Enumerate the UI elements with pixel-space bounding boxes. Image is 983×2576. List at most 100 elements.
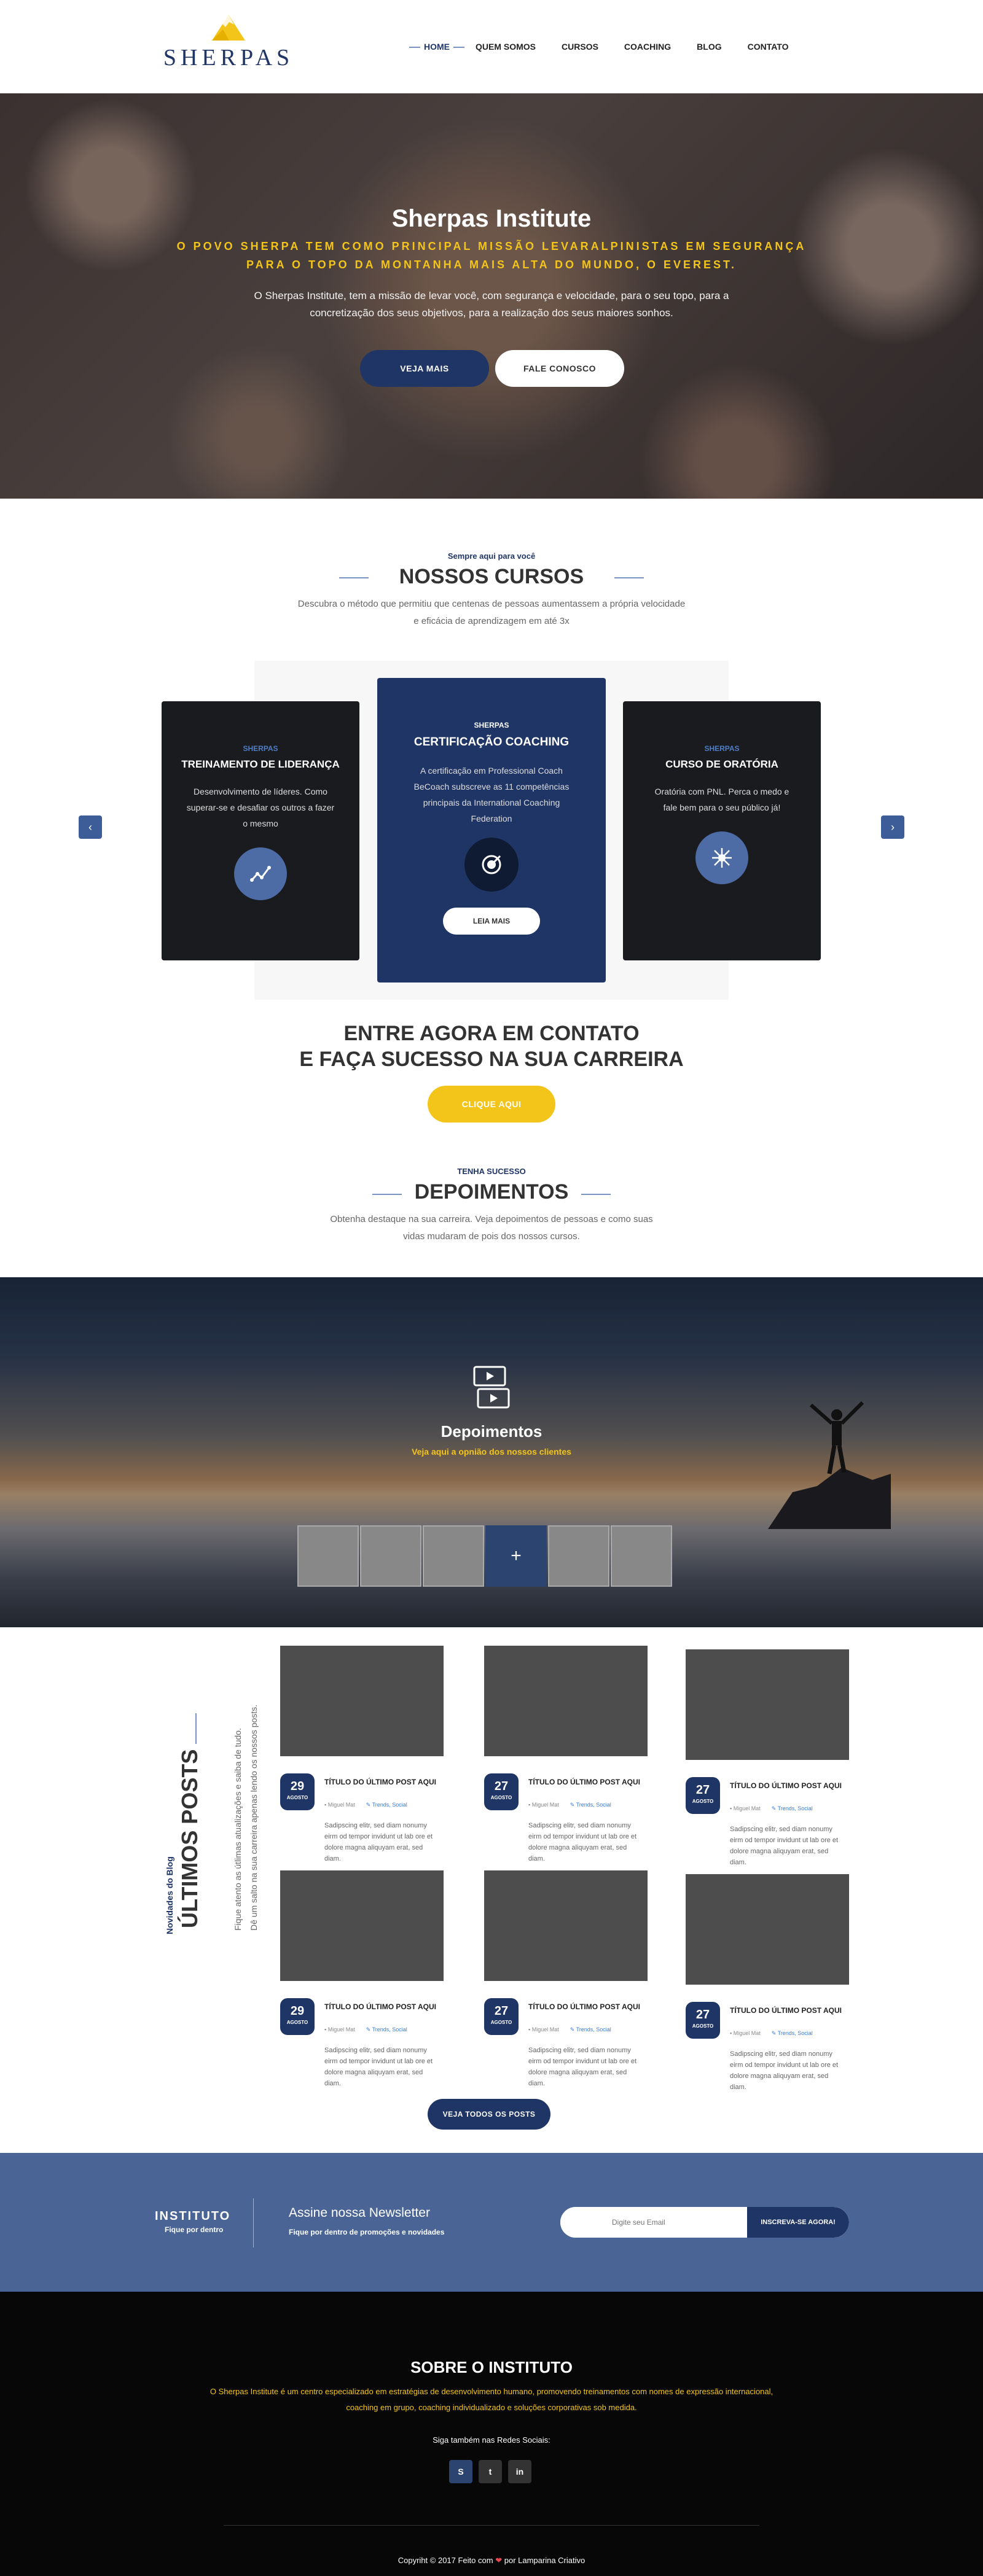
post-image[interactable]	[280, 1646, 444, 1756]
cta-line-1: ENTRE AGORA EM CONTATO	[343, 1022, 640, 1045]
email-field[interactable]	[560, 2207, 747, 2238]
linkedin-icon[interactable]: in	[508, 2460, 531, 2483]
post-title[interactable]: TÍTULO DO ÚLTIMO POST AQUI	[730, 1781, 847, 1791]
post-meta: ▪ Miguel Mat ✎ Trends, Social	[730, 1805, 813, 1811]
copyright: Copyriht © 2017 Feito com ❤ por Lamparin…	[398, 2556, 585, 2565]
testimonials-band-subtitle: Veja aqui a opnião dos nossos clientes	[412, 1447, 571, 1457]
blog-post[interactable]: 29 AGOSTO TÍTULO DO ÚLTIMO POST AQUI ▪ Mi…	[280, 1646, 444, 1862]
blog-post[interactable]: 27 AGOSTO TÍTULO DO ÚLTIMO POST AQUI ▪ Mi…	[484, 1870, 648, 2087]
card-text: A certificação em Professional Coach BeC…	[413, 766, 570, 823]
course-card-lideranca[interactable]: SHERPAS TREINAMENTO DE LIDERANÇA Desenvo…	[162, 701, 359, 960]
hero-section: Sherpas Institute O POVO SHERPA TEM COMO…	[0, 93, 983, 499]
growth-chart-icon	[234, 847, 287, 900]
skype-icon[interactable]: S	[449, 2460, 472, 2483]
post-image[interactable]	[280, 1870, 444, 1981]
blog-side-decoration	[195, 1713, 197, 1744]
clique-aqui-button[interactable]: CLIQUE AQUI	[428, 1086, 555, 1123]
post-title[interactable]: TÍTULO DO ÚLTIMO POST AQUI	[528, 2002, 645, 2012]
post-title[interactable]: TÍTULO DO ÚLTIMO POST AQUI	[324, 1777, 441, 1788]
post-excerpt: Sadipscing elitr, sed diam nonumy eirm o…	[528, 2047, 637, 2087]
post-image[interactable]	[484, 1646, 648, 1756]
post-title[interactable]: TÍTULO DO ÚLTIMO POST AQUI	[730, 2006, 847, 2016]
depoimentos-description: Obtenha destaque na sua carreira. Veja d…	[330, 1214, 653, 1242]
testimonials-band: Depoimentos Veja aqui a opnião dos nosso…	[0, 1277, 983, 1627]
logo-text: SHERPAS	[163, 45, 294, 71]
subscribe-button[interactable]: INSCREVA-SE AGORA!	[747, 2207, 849, 2238]
testimonial-thumb[interactable]	[297, 1525, 359, 1587]
testimonial-thumb[interactable]	[423, 1525, 484, 1587]
post-title[interactable]: TÍTULO DO ÚLTIMO POST AQUI	[528, 1777, 645, 1788]
testimonial-thumb-active[interactable]: +	[485, 1525, 547, 1587]
post-excerpt: Sadipscing elitr, sed diam nonumy eirm o…	[730, 2050, 839, 2091]
post-meta: ▪ Miguel Mat ✎ Trends, Social	[528, 2026, 611, 2033]
card-kicker: SHERPAS	[474, 721, 509, 730]
blog-description-line-1: Fique atento as útlimas atualizações e s…	[233, 1728, 243, 1931]
nav-quem-somos[interactable]: QUEM SOMOS	[476, 42, 536, 52]
newsletter-divider	[253, 2198, 254, 2247]
logo[interactable]: SHERPAS	[161, 14, 296, 75]
nav-cursos[interactable]: CURSOS	[562, 42, 598, 52]
card-text: Desenvolvimento de líderes. Como superar…	[186, 787, 335, 828]
cta-title: ENTRE AGORA EM CONTATO E FAÇA SUCESSO NA…	[0, 1021, 983, 1072]
post-meta: ▪ Miguel Mat ✎ Trends, Social	[730, 2030, 813, 2036]
carousel-prev-button[interactable]: ‹	[79, 815, 102, 839]
post-meta: ▪ Miguel Mat ✎ Trends, Social	[528, 1802, 611, 1808]
twitter-icon[interactable]: t	[479, 2460, 502, 2483]
post-date-badge: 29 AGOSTO	[280, 1998, 315, 2035]
cursos-kicker: Sempre aqui para você	[447, 551, 536, 561]
heart-icon: ❤	[495, 2556, 503, 2565]
post-image[interactable]	[484, 1870, 648, 1981]
hero-description: O Sherpas Institute, tem a missão de lev…	[254, 290, 729, 319]
blog-kicker: Novidades do Blog	[165, 1856, 174, 1934]
blog-post[interactable]: 29 AGOSTO TÍTULO DO ÚLTIMO POST AQUI ▪ Mi…	[280, 1870, 444, 2087]
blog-post[interactable]: 27 AGOSTO TÍTULO DO ÚLTIMO POST AQUI ▪ Mi…	[686, 1649, 849, 1866]
veja-todos-posts-button[interactable]: VEJA TODOS OS POSTS	[428, 2099, 550, 2130]
post-title[interactable]: TÍTULO DO ÚLTIMO POST AQUI	[324, 2002, 441, 2012]
testimonial-thumb[interactable]	[611, 1525, 672, 1587]
climber-silhouette	[768, 1401, 891, 1529]
post-date-badge: 27 AGOSTO	[484, 1998, 519, 2035]
fale-conosco-button[interactable]: FALE CONOSCO	[495, 350, 624, 387]
carousel-next-button[interactable]: ›	[881, 815, 904, 839]
testimonial-thumb[interactable]	[360, 1525, 421, 1587]
hero-title: Sherpas Institute	[391, 205, 592, 232]
testimonial-thumb[interactable]	[548, 1525, 609, 1587]
footer-description: O Sherpas Institute é um centro especial…	[210, 2387, 773, 2412]
card-title: CURSO DE ORATÓRIA	[665, 758, 778, 770]
post-meta: ▪ Miguel Mat ✎ Trends, Social	[324, 1802, 407, 1808]
post-excerpt: Sadipscing elitr, sed diam nonumy eirm o…	[528, 1822, 637, 1862]
post-image[interactable]	[686, 1874, 849, 1985]
post-excerpt: Sadipscing elitr, sed diam nonumy eirm o…	[324, 1822, 433, 1862]
course-card-oratoria[interactable]: SHERPAS CURSO DE ORATÓRIA Oratória com P…	[623, 701, 821, 960]
post-meta: ▪ Miguel Mat ✎ Trends, Social	[324, 2026, 407, 2033]
nav-contato[interactable]: CONTATO	[748, 42, 789, 52]
post-image[interactable]	[686, 1649, 849, 1760]
post-date-badge: 27 AGOSTO	[686, 2002, 720, 2039]
card-kicker: SHERPAS	[704, 744, 740, 753]
course-card-coaching[interactable]: SHERPAS CERTIFICAÇÃO COACHING A certific…	[377, 678, 606, 983]
social-label: Siga também nas Redes Sociais:	[433, 2435, 550, 2445]
post-date-badge: 27 AGOSTO	[686, 1777, 720, 1814]
nav-home[interactable]: HOME	[409, 42, 464, 52]
main-nav: HOME QUEM SOMOS CURSOS COACHING BLOG CON…	[409, 42, 815, 52]
newsletter-brand-sub: Fique por dentro	[165, 2225, 224, 2234]
veja-mais-button[interactable]: VEJA MAIS	[360, 350, 489, 387]
nav-blog[interactable]: BLOG	[697, 42, 721, 52]
nav-coaching[interactable]: COACHING	[624, 42, 671, 52]
post-excerpt: Sadipscing elitr, sed diam nonumy eirm o…	[324, 2047, 433, 2087]
blog-post[interactable]: 27 AGOSTO TÍTULO DO ÚLTIMO POST AQUI ▪ Mi…	[484, 1646, 648, 1862]
target-icon	[464, 838, 519, 892]
testimonials-band-title: Depoimentos	[441, 1422, 542, 1441]
card-title: TREINAMENTO DE LIDERANÇA	[181, 758, 340, 770]
card-kicker: SHERPAS	[243, 744, 278, 753]
newsletter-form: INSCREVA-SE AGORA!	[560, 2207, 849, 2238]
cursos-title: NOSSOS CURSOS	[399, 565, 584, 588]
card-text: Oratória com PNL. Perca o medo e fale be…	[654, 787, 789, 812]
card-title: CERTIFICAÇÃO COACHING	[413, 736, 570, 749]
footer-divider	[224, 2525, 759, 2526]
leia-mais-button[interactable]: LEIA MAIS	[443, 908, 540, 935]
blog-post[interactable]: 27 AGOSTO TÍTULO DO ÚLTIMO POST AQUI ▪ Mi…	[686, 1874, 849, 2091]
hero-subtitle: O POVO SHERPA TEM COMO PRINCIPAL MISSÃO …	[176, 240, 807, 271]
depoimentos-kicker: TENHA SUCESSO	[457, 1167, 526, 1176]
newsletter-title: Assine nossa Newsletter	[289, 2206, 430, 2220]
